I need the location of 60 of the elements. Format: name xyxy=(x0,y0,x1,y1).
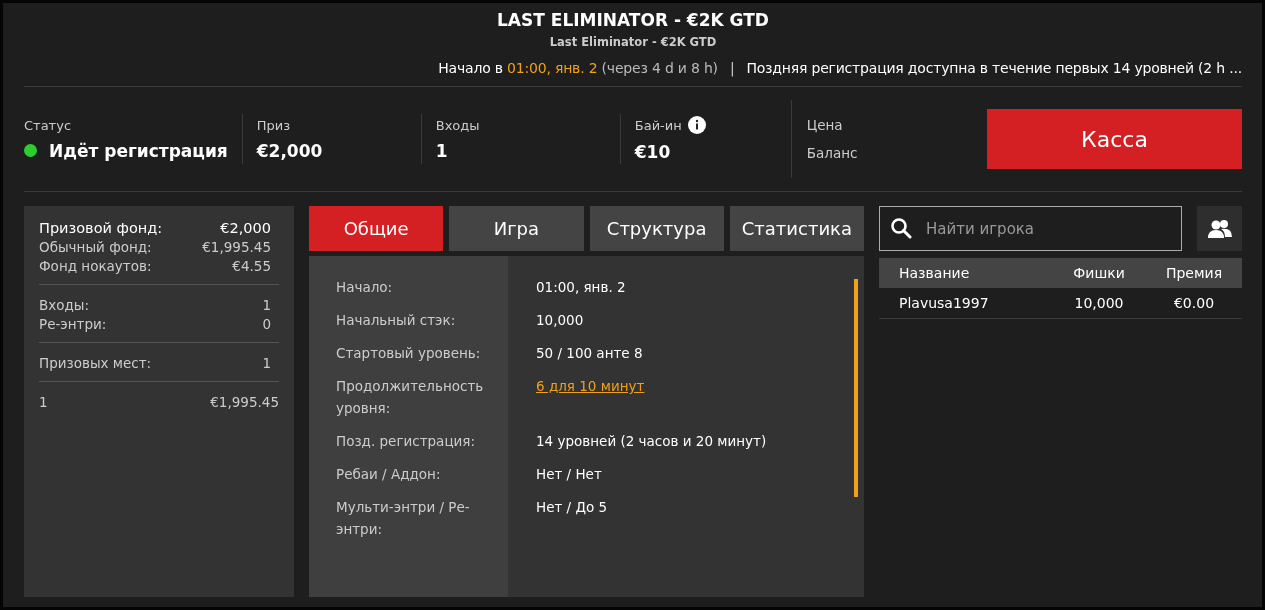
detail-label: Позд. регистрация: xyxy=(336,432,476,451)
info-icon[interactable] xyxy=(687,116,706,134)
detail-label: Начало: xyxy=(336,278,394,297)
summary-label: Входы: xyxy=(39,297,90,313)
summary-label: Призовой фонд: xyxy=(39,220,163,236)
tab[interactable]: Общие xyxy=(309,206,444,251)
stat-label: Входы xyxy=(435,117,480,133)
summary-label: Обычный фонд: xyxy=(39,239,152,255)
detail-label: Продолжительность уровня: xyxy=(336,377,485,418)
detail-value: 14 уровней (2 часов и 20 минут) xyxy=(536,432,767,451)
detail-value: Нет / Нет xyxy=(536,465,602,484)
detail-label: Ребаи / Аддон: xyxy=(336,465,442,484)
summary-value: €1,995.45 xyxy=(210,394,279,410)
table-cell-text: 10,000 xyxy=(1073,295,1125,311)
column-header[interactable]: Фишки xyxy=(1059,265,1139,281)
summary-label: Фонд нокаутов: xyxy=(39,258,152,274)
summary-value: €4.55 xyxy=(232,258,271,274)
table-cell-text: €0.00 xyxy=(1172,295,1216,311)
tab[interactable]: Структура xyxy=(589,206,724,251)
detail-label: Мульти-энтри / Ре-энтри: xyxy=(336,498,471,539)
scrollbar[interactable] xyxy=(854,279,858,497)
summary-label: Ре-энтри: xyxy=(39,316,107,332)
summary-label: 1 xyxy=(39,394,48,410)
people-icon xyxy=(1207,218,1232,239)
stat-value: 1 xyxy=(435,140,448,161)
stat-value: €2,000 xyxy=(256,140,323,161)
price-label: Цена xyxy=(806,117,844,133)
column-header[interactable]: Премия xyxy=(1139,265,1239,281)
summary-value: 1 xyxy=(262,297,271,313)
summary-value: 1 xyxy=(262,355,271,371)
table-cell-text: Plavusa1997 xyxy=(898,295,990,311)
summary-value: €2,000 xyxy=(220,220,271,236)
player-search-field[interactable]: Найти игрока xyxy=(879,206,1182,251)
late-registration-text: Поздняя регистрация доступна в течение первых 14 уровней (2 h ... xyxy=(746,60,1242,76)
balance-label: Баланс xyxy=(806,145,858,161)
detail-value: Нет / До 5 xyxy=(536,498,608,517)
detail-value: 10,000 xyxy=(536,311,584,330)
detail-label: Стартовый уровень: xyxy=(336,344,482,363)
stat-label: Статус xyxy=(24,117,72,133)
start-time-text: Начало в 01:00, янв. 2 (через 4 d и 8 h) xyxy=(438,60,718,76)
cashier-button[interactable]: Касса xyxy=(987,109,1242,169)
stat-value: Идёт регистрация xyxy=(49,140,228,161)
stat-value: €10 xyxy=(634,142,671,162)
summary-label: Призовых мест: xyxy=(39,355,152,371)
status-dot-icon xyxy=(24,144,37,157)
stat-label: Бай-ин xyxy=(634,117,682,133)
tournament-subtitle: Last Eliminator - €2K GTD xyxy=(549,35,717,49)
summary-value: €1,995.45 xyxy=(202,239,271,255)
separator: | xyxy=(729,60,735,76)
column-header[interactable]: Название xyxy=(879,265,1059,281)
level-duration-link[interactable]: 6 для 10 минут xyxy=(536,375,645,419)
tab[interactable]: Статистика xyxy=(729,206,864,251)
stat-label: Приз xyxy=(256,117,291,133)
tournament-title: LAST ELIMINATOR - €2K GTD xyxy=(497,10,769,30)
summary-value: 0 xyxy=(262,316,271,332)
detail-value: 01:00, янв. 2 xyxy=(536,278,626,297)
detail-label: Начальный стэк: xyxy=(336,311,457,330)
detail-value: 50 / 100 анте 8 xyxy=(536,344,643,363)
tab[interactable]: Игра xyxy=(449,206,584,251)
players-button[interactable] xyxy=(1197,206,1242,251)
